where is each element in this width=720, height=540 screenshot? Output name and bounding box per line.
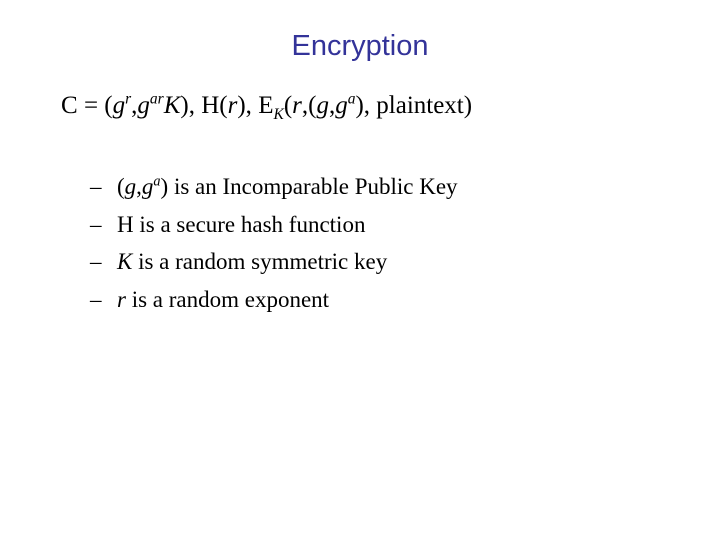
dash-bullet-icon: – bbox=[90, 249, 102, 274]
formula-h-argument: r bbox=[227, 92, 238, 119]
bullet-seg-r: r bbox=[117, 286, 126, 312]
list-item-label: (g,ga) is an Incomparable Public Key bbox=[117, 168, 458, 206]
dash-bullet-icon: – bbox=[90, 174, 102, 199]
formula-lhs: C bbox=[61, 92, 78, 119]
formula-h-open-paren: ( bbox=[219, 92, 228, 119]
bullet-seg-g: g bbox=[124, 174, 137, 199]
formula-h-close-paren: ), bbox=[237, 92, 259, 119]
bullet-seg-rest: ) is an Incomparable Public Key bbox=[160, 174, 458, 199]
formula-e-close-paren-2: ), bbox=[355, 92, 377, 119]
formula-open-paren: ( bbox=[104, 92, 113, 119]
bullet-seg-open-paren: ( bbox=[117, 174, 125, 199]
bullet-seg-rest: is a random exponent bbox=[125, 286, 330, 312]
formula-e-open-paren: ( bbox=[283, 92, 293, 119]
bullet-seg-rest: is a random symmetric key bbox=[132, 249, 388, 274]
bullet-seg-exponent: a bbox=[153, 173, 161, 190]
list-item-label: H is a secure hash function bbox=[117, 206, 365, 244]
formula-e-g: g bbox=[316, 92, 329, 119]
list-item-label: K is a random symmetric key bbox=[117, 243, 387, 281]
formula-e-g2-base: g bbox=[335, 92, 348, 119]
formula-e-subscript: K bbox=[273, 106, 284, 123]
slide-canvas: Encryption C = (gr,garK), H(r), EK(r,(g,… bbox=[0, 0, 720, 540]
list-item: – r is a random exponent bbox=[90, 281, 650, 319]
formula-e-close-paren: ) bbox=[463, 92, 473, 119]
list-item: – (g,ga) is an Incomparable Public Key bbox=[90, 168, 650, 206]
formula-close-paren-1: ), bbox=[180, 92, 202, 119]
formula-k-symbol: K bbox=[163, 92, 181, 119]
formula-g2-exponent: ar bbox=[149, 90, 164, 108]
bullet-seg-rest: H is a secure hash function bbox=[117, 211, 366, 237]
page-title: Encryption bbox=[291, 30, 429, 62]
formula-g1-base: g bbox=[112, 92, 126, 119]
formula-plaintext: plaintext bbox=[376, 92, 464, 119]
formula-equals: = bbox=[77, 92, 105, 119]
list-item: – K is a random symmetric key bbox=[90, 243, 650, 281]
formula-g2-base: g bbox=[137, 92, 150, 119]
formula-h-symbol: H bbox=[201, 92, 220, 119]
bullet-seg-g2: g bbox=[141, 174, 154, 199]
list-item: – H is a secure hash function bbox=[90, 206, 650, 244]
definition-list: – (g,ga) is an Incomparable Public Key –… bbox=[90, 168, 650, 318]
dash-bullet-icon: – bbox=[90, 211, 102, 237]
bullet-seg-k: K bbox=[117, 249, 133, 274]
list-item-label: r is a random exponent bbox=[117, 281, 329, 319]
dash-bullet-icon: – bbox=[90, 286, 102, 312]
formula-e-symbol: E bbox=[258, 92, 274, 119]
formula-e-arg-r: r bbox=[292, 92, 302, 119]
ciphertext-formula: C = (gr,garK), H(r), EK(r,(g,ga), plaint… bbox=[61, 90, 473, 123]
